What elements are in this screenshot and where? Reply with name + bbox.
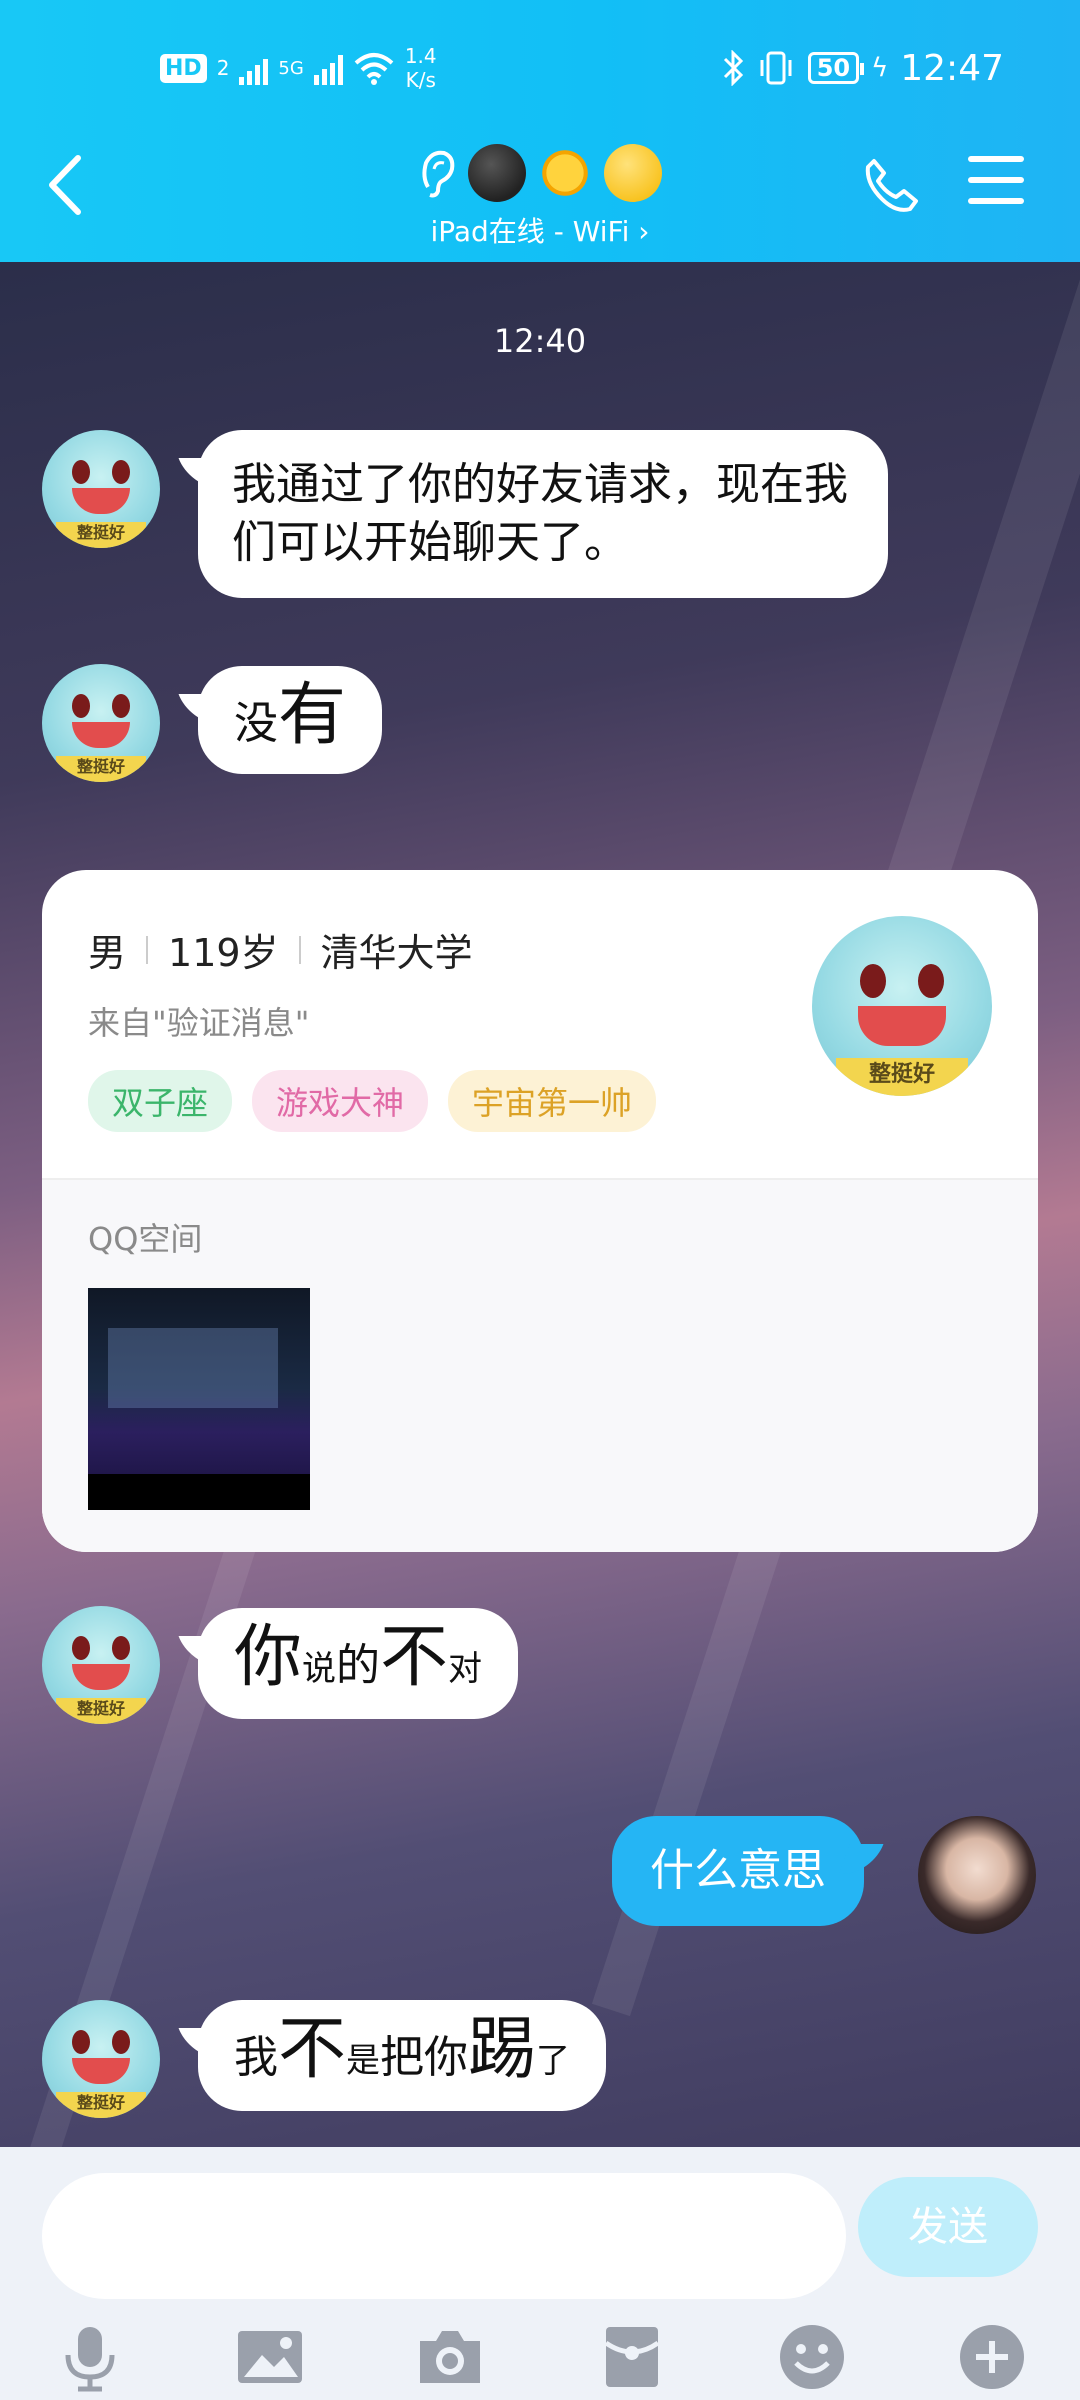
hd-icon: HD <box>160 53 207 83</box>
contact-avatar[interactable]: 整挺好 <box>42 1606 160 1724</box>
message-text-part: 我 <box>234 2032 278 2083</box>
speed-unit: K/s <box>405 68 436 92</box>
clock: 12:47 <box>900 47 1004 89</box>
message-text-part: 对 <box>448 1649 483 1689</box>
smirk-face-icon <box>604 144 662 202</box>
avatar-caption: 整挺好 <box>56 1698 146 1724</box>
camera-icon[interactable] <box>414 2321 486 2393</box>
moon-face-icon <box>468 144 526 202</box>
message-bubble[interactable]: 没有 <box>198 666 383 774</box>
bluetooth-icon <box>723 50 743 86</box>
wifi-icon <box>354 53 394 85</box>
divider <box>146 935 149 964</box>
message-text-part: 了 <box>536 2041 571 2081</box>
profile-tags: 双子座 游戏大神 宇宙第一帅 <box>88 1070 657 1132</box>
message-text-part: 有 <box>278 676 347 755</box>
message-text: 我通过了你的好友请求，现在我们可以开始聊天了。 <box>232 459 848 568</box>
message-bubble-outgoing[interactable]: 什么意思 <box>612 1816 864 1926</box>
charging-icon: ϟ <box>871 53 889 83</box>
message-text-part: 说 <box>302 1649 337 1689</box>
profile-card[interactable]: 男 119岁 清华大学 来自"验证消息" 双子座 游戏大神 宇宙第一帅 整挺好 … <box>42 870 1038 1552</box>
my-avatar[interactable] <box>918 1816 1036 1934</box>
profile-info: 男 119岁 清华大学 <box>88 922 473 977</box>
message-timestamp: 12:40 <box>493 322 587 360</box>
status-icons <box>380 138 700 208</box>
message-text-part: 是 <box>346 2041 381 2081</box>
emoji-icon[interactable] <box>776 2321 848 2393</box>
divider <box>298 935 301 964</box>
speed-value: 1.4 <box>404 44 437 68</box>
network-type: 5G <box>278 57 304 79</box>
chat-header: HD 2 5G 1.4 K/s 50 ϟ 12:47 iPad在线 - WiFi … <box>0 0 1080 262</box>
qzone-label: QQ空间 <box>88 1220 203 1258</box>
menu-button[interactable] <box>968 156 1024 206</box>
status-bar-right: 50 ϟ 12:47 <box>722 40 1004 96</box>
message-input[interactable] <box>42 2173 846 2299</box>
phone-button[interactable] <box>860 155 920 215</box>
back-button[interactable] <box>40 150 90 220</box>
battery-icon: 50 <box>807 52 865 84</box>
message-bubble[interactable]: 我不是把你踢了 <box>198 2000 607 2111</box>
input-area: 发送 <box>0 2147 1080 2400</box>
profile-tag[interactable]: 宇宙第一帅 <box>448 1070 657 1132</box>
message-text-part: 不 <box>278 2010 347 2089</box>
message-text-part: 把 <box>380 2032 425 2083</box>
chat-area[interactable]: 12:40 整挺好 我通过了你的好友请求，现在我们可以开始聊天了。 整挺好 没有… <box>0 262 1080 2147</box>
red-packet-icon[interactable] <box>596 2321 668 2393</box>
avatar-caption: 整挺好 <box>56 756 146 782</box>
message-bubble[interactable]: 你说的不对 <box>198 1608 519 1719</box>
contact-avatar[interactable]: 整挺好 <box>42 664 160 782</box>
message-text-part: 的 <box>336 1640 381 1691</box>
signal-icon <box>239 51 269 85</box>
profile-gender: 男 <box>88 931 127 975</box>
qzone-photo[interactable] <box>88 1288 310 1510</box>
signal-5g-icon <box>313 51 343 85</box>
contact-title[interactable]: iPad在线 - WiFi › <box>380 138 700 250</box>
network-speed: 1.4 K/s <box>405 44 437 92</box>
send-button[interactable]: 发送 <box>858 2177 1038 2277</box>
message-text-part: 踢 <box>468 2010 537 2089</box>
profile-source: 来自"验证消息" <box>88 1004 310 1042</box>
avatar-caption: 整挺好 <box>56 2092 146 2118</box>
plus-icon[interactable] <box>956 2321 1028 2393</box>
avatar-caption: 整挺好 <box>836 1058 968 1096</box>
message-text-part: 你 <box>424 2032 469 2083</box>
vibrate-icon <box>760 51 792 85</box>
profile-tag[interactable]: 游戏大神 <box>252 1070 429 1132</box>
message-text-part: 你 <box>234 1618 303 1697</box>
contact-avatar[interactable]: 整挺好 <box>42 2000 160 2118</box>
profile-tag[interactable]: 双子座 <box>88 1070 233 1132</box>
ear-icon <box>422 150 455 198</box>
microphone-icon[interactable] <box>54 2321 126 2393</box>
input-toolbar <box>0 2317 1080 2397</box>
sim-index: 2 <box>216 56 230 80</box>
avatar-caption: 整挺好 <box>56 522 146 548</box>
qzone-section[interactable]: QQ空间 <box>42 1178 1038 1552</box>
message-text-part: 不 <box>380 1618 449 1697</box>
contact-avatar[interactable]: 整挺好 <box>42 430 160 548</box>
profile-age: 119岁 <box>168 931 279 975</box>
message-bubble[interactable]: 我通过了你的好友请求，现在我们可以开始聊天了。 <box>198 430 888 598</box>
sun-face-icon <box>536 144 594 202</box>
image-icon[interactable] <box>234 2321 306 2393</box>
online-status[interactable]: iPad在线 - WiFi › <box>380 210 700 250</box>
profile-avatar[interactable]: 整挺好 <box>812 916 992 1096</box>
profile-school: 清华大学 <box>320 931 473 975</box>
message-text-part: 没 <box>234 698 278 749</box>
status-bar-left: HD 2 5G 1.4 K/s <box>160 40 437 96</box>
message-text: 什么意思 <box>650 1845 826 1896</box>
